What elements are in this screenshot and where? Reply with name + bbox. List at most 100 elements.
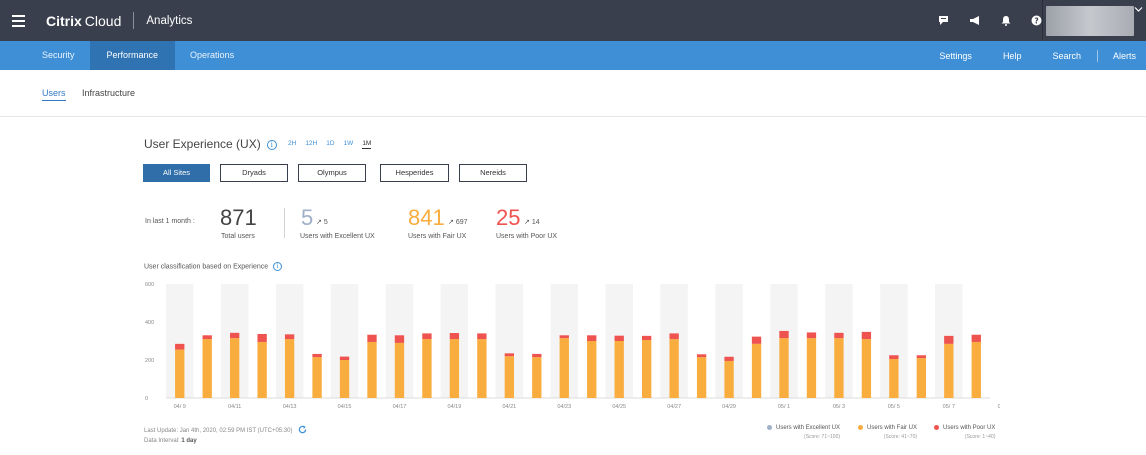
bar-poor-ux — [284, 334, 295, 340]
bar-poor-ux — [779, 330, 789, 339]
menu-icon[interactable] — [0, 0, 36, 41]
bar-fair-ux — [449, 339, 460, 398]
nav-divider — [1096, 49, 1098, 62]
y-tick-label: 200 — [145, 358, 154, 364]
x-tick-label: 04/11 — [228, 404, 241, 410]
product-name: Analytics — [146, 14, 193, 27]
help-link[interactable]: Help — [1003, 51, 1022, 61]
legend-poor: Users with Poor UX (Score: 1~40) — [934, 425, 995, 440]
subtab-users[interactable]: Users — [42, 88, 66, 101]
bar-poor-ux — [339, 356, 350, 360]
site-olympus-button[interactable]: Olympus — [298, 164, 366, 182]
summary-divider — [284, 208, 285, 238]
site-nereids-button[interactable]: Nereids — [459, 164, 527, 182]
brand-divider — [133, 12, 135, 29]
chat-icon[interactable] — [938, 15, 949, 26]
sub-nav: Users Infrastructure — [0, 70, 1146, 117]
x-tick-label: 04/25 — [612, 404, 626, 410]
tab-operations[interactable]: Operations — [175, 41, 249, 70]
bar-poor-ux — [861, 331, 872, 340]
total-users-label: Total users — [221, 233, 255, 240]
range-1m[interactable]: 1M — [362, 140, 372, 149]
x-tick-label: 04/19 — [448, 404, 462, 410]
bar-poor-ux — [724, 356, 734, 361]
ux-title: User Experience (UX) i — [144, 137, 277, 151]
x-tick-label: 04/29 — [722, 404, 736, 410]
bar-poor-ux — [257, 333, 267, 342]
bar-poor-ux — [641, 335, 652, 341]
chart-title: User classification based on Experience i — [144, 262, 283, 271]
svg-text:?: ? — [1034, 16, 1038, 25]
bar-fair-ux — [477, 339, 487, 398]
brand-logo[interactable]: Citrix Cloud — [46, 13, 121, 29]
range-12h[interactable]: 12H — [305, 140, 317, 149]
bar-poor-ux — [175, 343, 185, 350]
bar-fair-ux — [339, 360, 350, 398]
tab-performance[interactable]: Performance — [89, 41, 176, 70]
bar-poor-ux — [916, 355, 927, 359]
alerts-link[interactable]: Alerts — [1113, 51, 1136, 61]
bar-poor-ux — [889, 355, 899, 360]
bar-poor-ux — [751, 336, 762, 344]
bar-poor-ux — [394, 335, 405, 343]
megaphone-icon[interactable] — [969, 15, 981, 26]
bar-fair-ux — [422, 339, 432, 398]
tab-security[interactable]: Security — [0, 41, 90, 70]
x-tick-label: 05/ 9 — [998, 404, 1000, 410]
bar-poor-ux — [834, 332, 844, 339]
bar-fair-ux — [944, 343, 954, 398]
info-icon[interactable]: i — [266, 139, 277, 150]
main-nav: Security Performance Operations Settings… — [0, 41, 1146, 70]
bar-fair-ux — [971, 341, 981, 398]
site-all-sites-button[interactable]: All Sites — [143, 164, 210, 182]
bar-fair-ux — [641, 340, 652, 398]
legend-dot — [934, 425, 939, 430]
excellent-delta: ↗ 5 — [316, 219, 328, 226]
bar-fair-ux — [202, 339, 212, 398]
last-update-text: Last Update: Jan 4th, 2020, 02:59 PM IST… — [144, 428, 293, 434]
bar-poor-ux — [971, 334, 981, 342]
chevron-down-icon[interactable] — [1134, 5, 1143, 14]
poor-users-value: 25 — [496, 205, 521, 230]
bar-fair-ux — [834, 338, 844, 398]
poor-users-label: Users with Poor UX — [496, 233, 558, 240]
x-tick-label: 05/ 1 — [778, 404, 790, 410]
user-classification-chart: 0 200 400 600 04/ 9 04/11 04/13 04/15 04/17 04/19… — [145, 282, 1000, 410]
bar-poor-ux — [229, 332, 240, 339]
range-1w[interactable]: 1W — [344, 140, 354, 149]
bar-poor-ux — [532, 353, 542, 358]
bar-fair-ux — [257, 341, 267, 398]
bar-poor-ux — [202, 335, 212, 340]
bar-fair-ux — [696, 357, 707, 398]
help-icon[interactable]: ? — [1031, 15, 1042, 26]
bell-icon[interactable] — [1001, 15, 1011, 26]
top-separator — [1042, 0, 1043, 41]
bar-poor-ux — [944, 335, 954, 344]
settings-link[interactable]: Settings — [939, 51, 972, 61]
excellent-users-label: Users with Excellent UX — [300, 233, 375, 240]
trend-up-icon: ↗ — [448, 219, 454, 226]
bar-fair-ux — [916, 358, 927, 398]
top-bar: Citrix Cloud Analytics ? — [0, 0, 1146, 41]
info-icon[interactable]: i — [273, 262, 283, 271]
search-link[interactable]: Search — [1052, 51, 1081, 61]
range-2h[interactable]: 2H — [288, 140, 296, 149]
bar-fair-ux — [751, 343, 762, 398]
legend-fair: Users with Fair UX (Score: 41~70) — [858, 425, 917, 440]
bar-fair-ux — [394, 342, 405, 398]
refresh-icon[interactable] — [298, 425, 307, 434]
bar-poor-ux — [367, 334, 377, 342]
bar-fair-ux — [312, 357, 322, 398]
y-tick-label: 600 — [145, 282, 154, 288]
bar-fair-ux — [806, 338, 817, 398]
fair-delta: ↗ 697 — [448, 219, 468, 226]
site-dryads-button[interactable]: Dryads — [220, 164, 288, 182]
user-profile[interactable] — [1046, 6, 1134, 36]
subtab-infrastructure[interactable]: Infrastructure — [82, 88, 135, 98]
bar-poor-ux — [477, 333, 487, 340]
range-1d[interactable]: 1D — [326, 140, 334, 149]
site-hesperides-button[interactable]: Hesperides — [380, 164, 449, 182]
bar-poor-ux — [806, 332, 817, 339]
bar-fair-ux — [669, 339, 679, 398]
bar-fair-ux — [284, 339, 295, 398]
